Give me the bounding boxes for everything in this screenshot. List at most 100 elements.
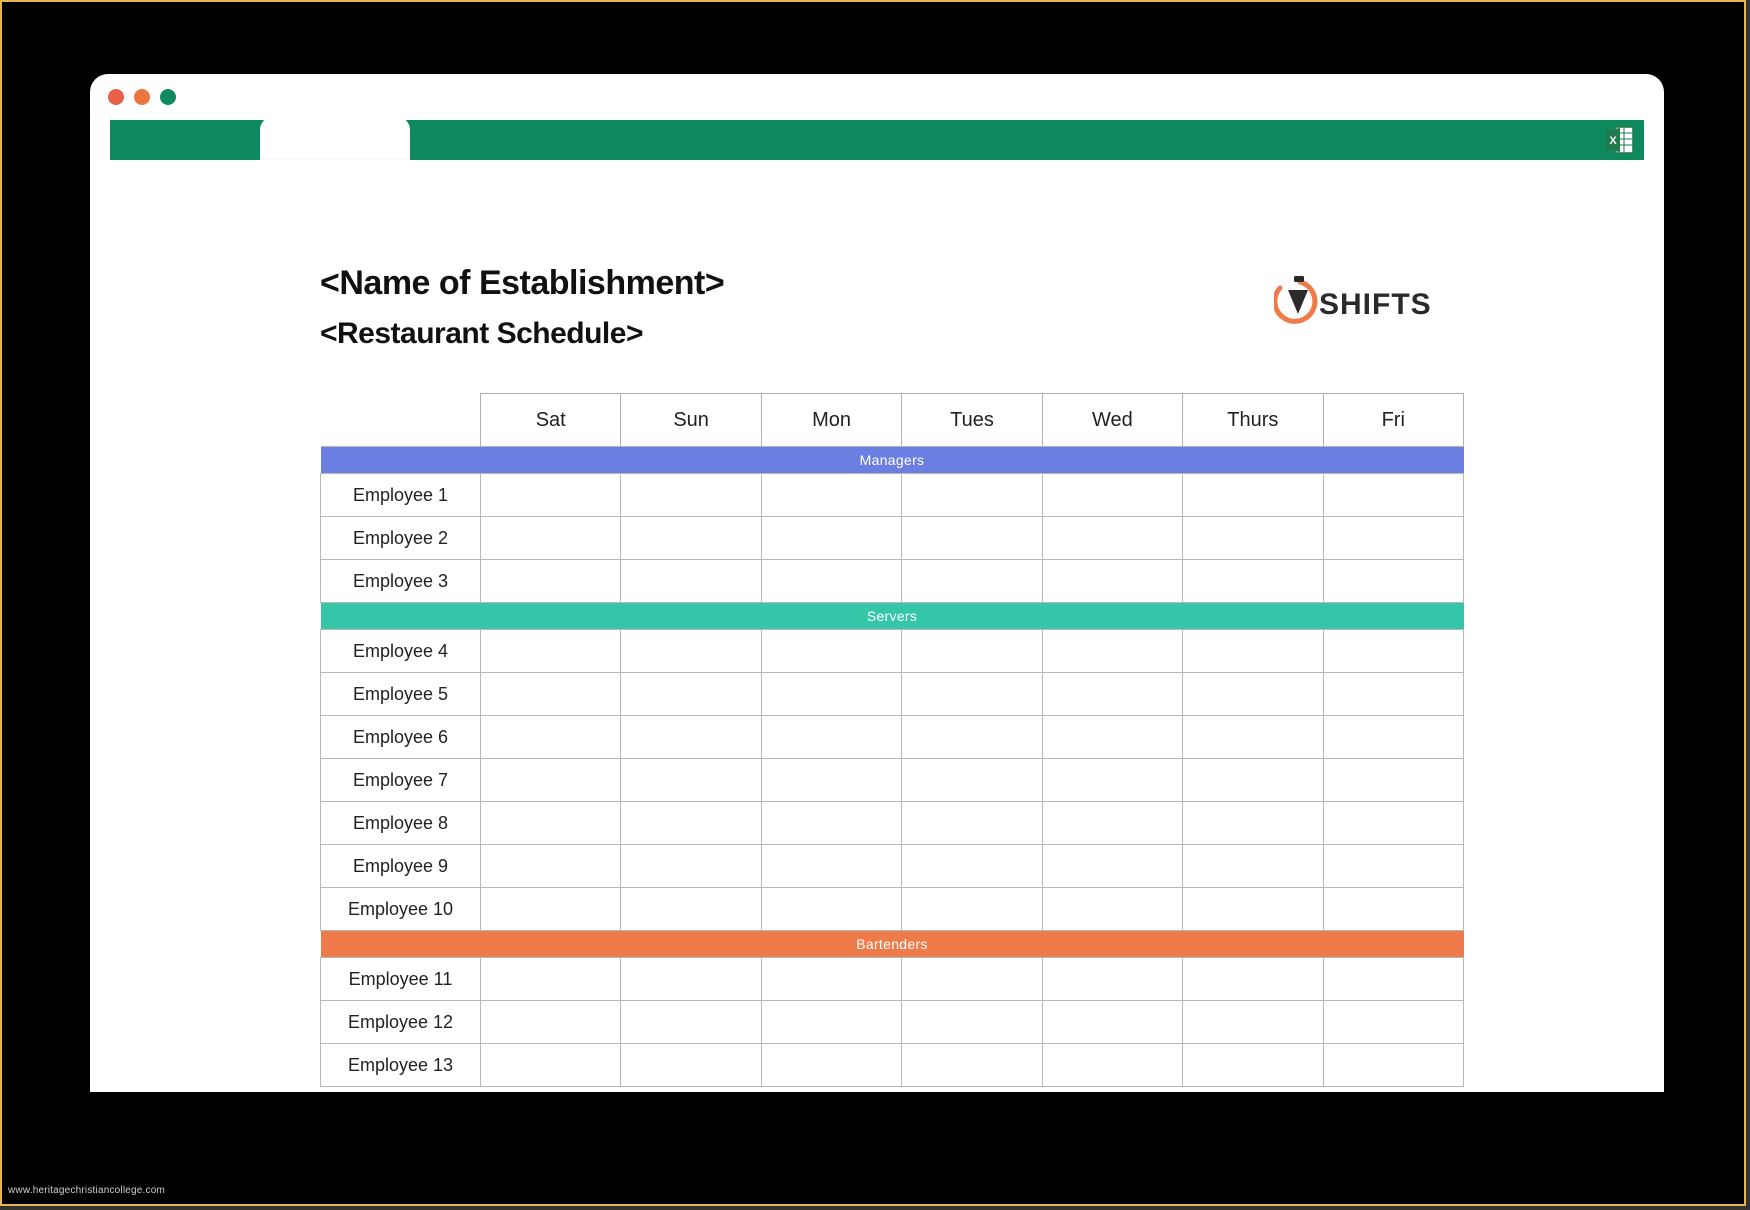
shift-cell[interactable] — [761, 673, 901, 716]
shift-cell[interactable] — [902, 1044, 1042, 1087]
shift-cell[interactable] — [1042, 560, 1182, 603]
employee-name[interactable]: Employee 1 — [321, 474, 481, 517]
shift-cell[interactable] — [1183, 716, 1323, 759]
shift-cell[interactable] — [761, 560, 901, 603]
ribbon-active-tab[interactable] — [260, 116, 410, 160]
shift-cell[interactable] — [1042, 630, 1182, 673]
shift-cell[interactable] — [761, 1001, 901, 1044]
shift-cell[interactable] — [621, 1001, 761, 1044]
shift-cell[interactable] — [621, 1044, 761, 1087]
shift-cell[interactable] — [1323, 845, 1463, 888]
shift-cell[interactable] — [902, 630, 1042, 673]
shift-cell[interactable] — [761, 630, 901, 673]
shift-cell[interactable] — [1183, 802, 1323, 845]
shift-cell[interactable] — [761, 474, 901, 517]
employee-name[interactable]: Employee 13 — [321, 1044, 481, 1087]
shift-cell[interactable] — [481, 958, 621, 1001]
shift-cell[interactable] — [1183, 630, 1323, 673]
shift-cell[interactable] — [481, 630, 621, 673]
employee-name[interactable]: Employee 11 — [321, 958, 481, 1001]
shift-cell[interactable] — [621, 474, 761, 517]
employee-name[interactable]: Employee 4 — [321, 630, 481, 673]
shift-cell[interactable] — [621, 517, 761, 560]
shift-cell[interactable] — [902, 716, 1042, 759]
employee-name[interactable]: Employee 9 — [321, 845, 481, 888]
shift-cell[interactable] — [621, 560, 761, 603]
shift-cell[interactable] — [1323, 1044, 1463, 1087]
shift-cell[interactable] — [1323, 759, 1463, 802]
minimize-icon[interactable] — [134, 89, 150, 105]
close-icon[interactable] — [108, 89, 124, 105]
shift-cell[interactable] — [481, 1044, 621, 1087]
shift-cell[interactable] — [1323, 1001, 1463, 1044]
shift-cell[interactable] — [1323, 716, 1463, 759]
employee-name[interactable]: Employee 5 — [321, 673, 481, 716]
shift-cell[interactable] — [621, 888, 761, 931]
shift-cell[interactable] — [1323, 474, 1463, 517]
day-header[interactable]: Sun — [621, 394, 761, 447]
day-header[interactable]: Wed — [1042, 394, 1182, 447]
shift-cell[interactable] — [1323, 958, 1463, 1001]
shift-cell[interactable] — [1042, 474, 1182, 517]
shift-cell[interactable] — [1323, 888, 1463, 931]
shift-cell[interactable] — [621, 845, 761, 888]
shift-cell[interactable] — [1042, 759, 1182, 802]
shift-cell[interactable] — [1183, 888, 1323, 931]
maximize-icon[interactable] — [160, 89, 176, 105]
shift-cell[interactable] — [621, 759, 761, 802]
shift-cell[interactable] — [1183, 673, 1323, 716]
shift-cell[interactable] — [1042, 958, 1182, 1001]
employee-name[interactable]: Employee 10 — [321, 888, 481, 931]
shift-cell[interactable] — [1042, 888, 1182, 931]
shift-cell[interactable] — [761, 802, 901, 845]
shift-cell[interactable] — [1183, 1044, 1323, 1087]
day-header[interactable]: Mon — [761, 394, 901, 447]
shift-cell[interactable] — [902, 888, 1042, 931]
shift-cell[interactable] — [1183, 759, 1323, 802]
shift-cell[interactable] — [1183, 958, 1323, 1001]
shift-cell[interactable] — [621, 802, 761, 845]
shift-cell[interactable] — [481, 673, 621, 716]
day-header[interactable]: Thurs — [1183, 394, 1323, 447]
shift-cell[interactable] — [621, 958, 761, 1001]
shift-cell[interactable] — [761, 958, 901, 1001]
shift-cell[interactable] — [902, 1001, 1042, 1044]
shift-cell[interactable] — [481, 474, 621, 517]
shift-cell[interactable] — [1042, 802, 1182, 845]
shift-cell[interactable] — [1323, 673, 1463, 716]
shift-cell[interactable] — [481, 759, 621, 802]
shift-cell[interactable] — [1183, 560, 1323, 603]
shift-cell[interactable] — [1042, 845, 1182, 888]
shift-cell[interactable] — [481, 1001, 621, 1044]
shift-cell[interactable] — [481, 888, 621, 931]
shift-cell[interactable] — [761, 759, 901, 802]
shift-cell[interactable] — [1323, 630, 1463, 673]
shift-cell[interactable] — [1183, 1001, 1323, 1044]
shift-cell[interactable] — [761, 716, 901, 759]
employee-name[interactable]: Employee 6 — [321, 716, 481, 759]
shift-cell[interactable] — [761, 845, 901, 888]
shift-cell[interactable] — [1042, 673, 1182, 716]
employee-name[interactable]: Employee 7 — [321, 759, 481, 802]
shift-cell[interactable] — [621, 630, 761, 673]
shift-cell[interactable] — [902, 958, 1042, 1001]
shift-cell[interactable] — [761, 517, 901, 560]
shift-cell[interactable] — [481, 560, 621, 603]
shift-cell[interactable] — [1183, 474, 1323, 517]
shift-cell[interactable] — [481, 716, 621, 759]
shift-cell[interactable] — [1323, 517, 1463, 560]
shift-cell[interactable] — [902, 845, 1042, 888]
shift-cell[interactable] — [1042, 1044, 1182, 1087]
employee-name[interactable]: Employee 2 — [321, 517, 481, 560]
shift-cell[interactable] — [1042, 716, 1182, 759]
day-header[interactable]: Fri — [1323, 394, 1463, 447]
day-header[interactable]: Sat — [481, 394, 621, 447]
shift-cell[interactable] — [902, 673, 1042, 716]
employee-name[interactable]: Employee 12 — [321, 1001, 481, 1044]
shift-cell[interactable] — [761, 1044, 901, 1087]
shift-cell[interactable] — [761, 888, 901, 931]
day-header[interactable]: Tues — [902, 394, 1042, 447]
shift-cell[interactable] — [481, 845, 621, 888]
shift-cell[interactable] — [902, 474, 1042, 517]
shift-cell[interactable] — [481, 802, 621, 845]
